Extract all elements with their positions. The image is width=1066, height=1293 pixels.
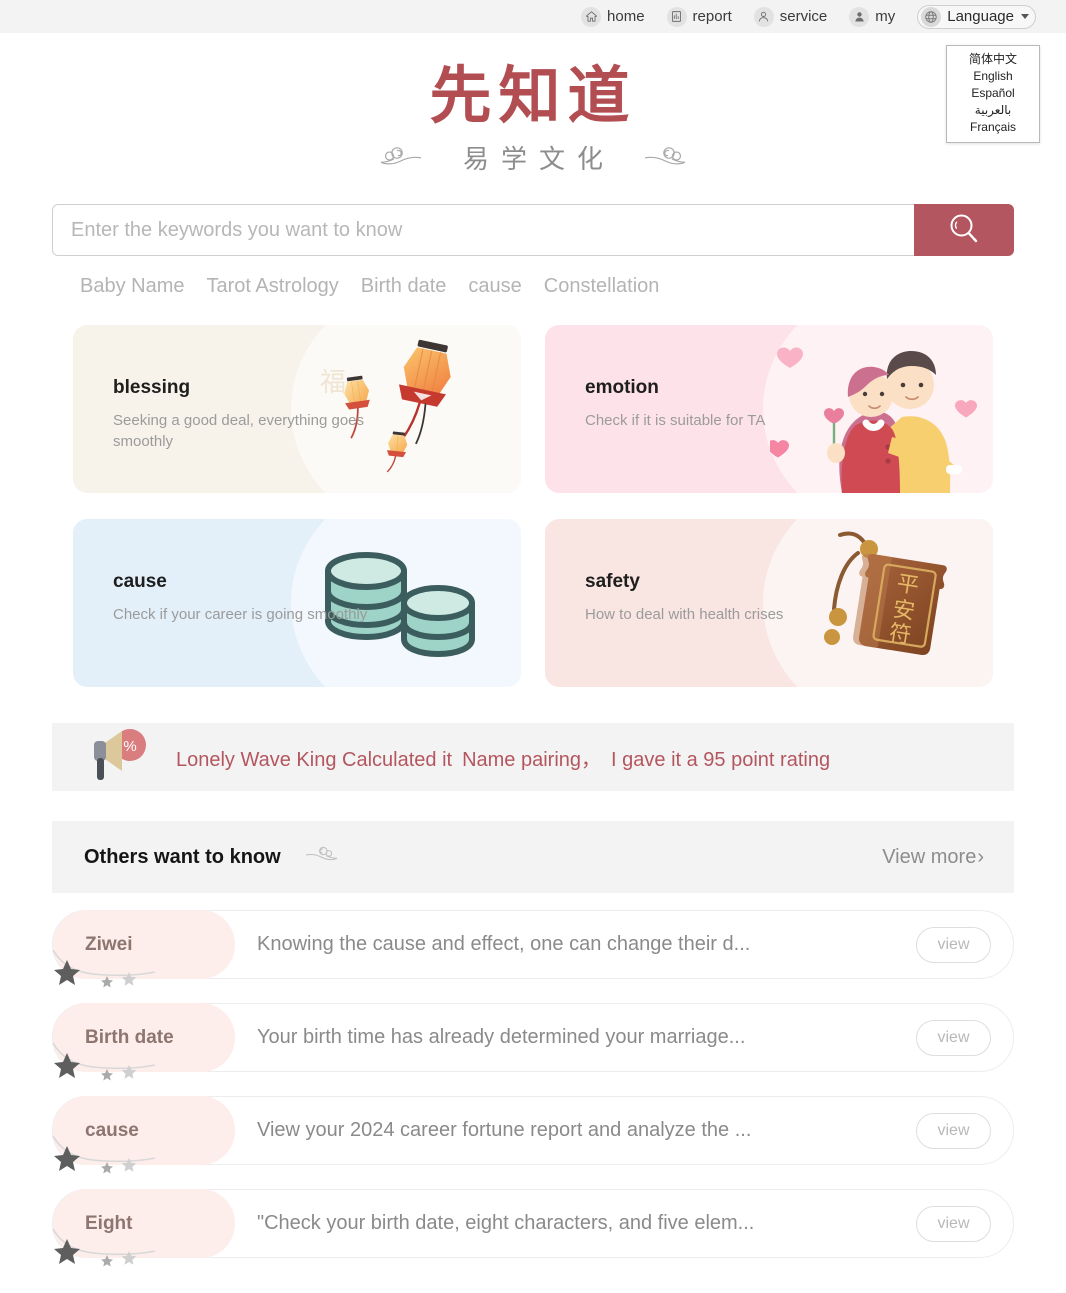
list-item[interactable]: Eight "Check your birth date, eight char… xyxy=(52,1189,1014,1267)
language-switcher[interactable]: Language 简体中文 English Español بالعربية F… xyxy=(917,4,1040,143)
nav-label-service: service xyxy=(779,8,828,25)
chevron-down-icon xyxy=(1021,14,1029,19)
nav-label-home: home xyxy=(607,8,645,25)
logo-subtitle: 易学文化 xyxy=(462,144,615,175)
coins-illustration xyxy=(298,519,513,687)
language-dropdown-menu[interactable]: 简体中文 English Español بالعربية Français xyxy=(946,44,1040,143)
view-more-link[interactable]: View more › xyxy=(882,846,984,869)
search-icon xyxy=(944,209,984,252)
couple-illustration xyxy=(770,325,985,493)
view-button[interactable]: view xyxy=(916,1019,991,1056)
language-label: Language xyxy=(947,8,1014,25)
search-input[interactable] xyxy=(52,204,914,256)
card-title-cause: cause xyxy=(113,571,167,592)
announcement-bar[interactable]: % Lonely Wave King Calculated it Name pai… xyxy=(52,723,1014,791)
view-button[interactable]: view xyxy=(916,1205,991,1242)
svg-text:安: 安 xyxy=(891,597,917,625)
language-option-en[interactable]: English xyxy=(947,68,1039,85)
nav-item-my[interactable]: my xyxy=(849,6,896,27)
list-item-tag: Ziwei xyxy=(53,910,235,979)
announcement-comma: ， xyxy=(581,748,602,771)
topic-list: Ziwei Knowing the cause and effect, one … xyxy=(52,910,1014,1267)
cloud-ornament-icon xyxy=(380,144,443,175)
search-tag-baby-name[interactable]: Baby Name xyxy=(80,275,185,298)
list-item-desc: Knowing the cause and effect, one can ch… xyxy=(257,933,751,955)
home-icon xyxy=(581,6,602,27)
cloud-ornament-icon xyxy=(291,844,341,871)
feature-card-safety[interactable]: 平 安 符 safety How to deal with health cri… xyxy=(545,519,993,687)
list-item-tag: Eight xyxy=(53,1189,235,1258)
list-item[interactable]: Birth date Your birth time has already d… xyxy=(52,1003,1014,1081)
language-option-zh[interactable]: 简体中文 xyxy=(947,51,1039,68)
user-icon xyxy=(849,6,870,27)
feature-card-blessing[interactable]: 福 blessing Seeking a good deal, everythi… xyxy=(73,325,521,493)
amulet-illustration: 平 安 符 xyxy=(770,519,985,687)
card-sheen xyxy=(291,325,521,493)
search-tag-cause[interactable]: cause xyxy=(468,275,521,298)
card-desc-blessing: Seeking a good deal, everything goes smo… xyxy=(113,412,365,450)
announcement-part-1: Lonely Wave King Calculated it xyxy=(176,748,453,771)
search-tag-list: Baby Name Tarot Astrology Birth date cau… xyxy=(52,275,1014,298)
list-item-desc: View your 2024 career fortune report and… xyxy=(257,1119,752,1141)
search-tag-tarot[interactable]: Tarot Astrology xyxy=(207,275,339,298)
nav-label-my: my xyxy=(875,8,896,25)
nav-item-home[interactable]: home xyxy=(581,6,645,27)
megaphone-percent-icon: % xyxy=(88,728,154,787)
svg-text:符: 符 xyxy=(887,621,913,649)
lantern-illustration: 福 xyxy=(298,325,513,493)
announcement-part-2: Name pairing xyxy=(462,748,582,771)
card-sheen xyxy=(291,519,521,687)
announcement-part-3: I gave it a 95 point rating xyxy=(611,748,831,771)
list-item-desc: "Check your birth date, eight characters… xyxy=(257,1212,755,1234)
search-bar xyxy=(52,204,1014,256)
service-icon xyxy=(753,6,774,27)
language-option-ar[interactable]: بالعربية xyxy=(947,102,1039,119)
search-button[interactable] xyxy=(914,204,1014,256)
chevron-right-icon: › xyxy=(977,845,984,868)
card-sheen xyxy=(763,325,993,493)
language-button[interactable]: Language xyxy=(917,4,1036,29)
nav-label-report: report xyxy=(692,8,732,25)
search-tag-constellation[interactable]: Constellation xyxy=(544,275,660,298)
list-item-tag: cause xyxy=(53,1096,235,1165)
others-want-to-know-header: Others want to know View more › xyxy=(52,821,1014,893)
feature-card-grid: 福 blessing Seeking a good deal, everythi… xyxy=(73,325,993,687)
card-title-blessing: blessing xyxy=(113,377,191,398)
language-option-fr[interactable]: Français xyxy=(947,119,1039,136)
feature-card-emotion[interactable]: emotion Check if it is suitable for TA xyxy=(545,325,993,493)
section-title: Others want to know xyxy=(84,845,281,868)
card-desc-emotion: Check if it is suitable for TA xyxy=(585,412,766,429)
site-logo: 先知道 易学文化 xyxy=(0,33,1066,175)
card-title-emotion: emotion xyxy=(585,377,659,398)
view-button[interactable]: view xyxy=(916,1112,991,1149)
search-tag-birth-date[interactable]: Birth date xyxy=(361,275,447,298)
feature-card-cause[interactable]: cause Check if your career is going smoo… xyxy=(73,519,521,687)
language-option-es[interactable]: Español xyxy=(947,85,1039,102)
top-navigation-bar: home report service my Language 简体中文 Eng… xyxy=(0,0,1066,143)
card-desc-cause: Check if your career is going smoothly xyxy=(113,606,368,623)
list-item[interactable]: Ziwei Knowing the cause and effect, one … xyxy=(52,910,1014,988)
logo-title: 先知道 xyxy=(429,59,637,132)
list-item-desc: Your birth time has already determined y… xyxy=(257,1026,746,1048)
globe-icon xyxy=(921,6,942,27)
nav-item-report[interactable]: report xyxy=(666,6,732,27)
svg-text:%: % xyxy=(123,738,136,755)
card-sheen xyxy=(763,519,993,687)
list-item[interactable]: cause View your 2024 career fortune repo… xyxy=(52,1096,1014,1174)
announcement-text: Lonely Wave King Calculated it Name pairi… xyxy=(176,743,830,772)
report-icon xyxy=(666,6,687,27)
card-desc-safety: How to deal with health crises xyxy=(585,606,784,623)
list-item-tag: Birth date xyxy=(53,1003,235,1072)
view-more-label: View more xyxy=(882,845,977,868)
view-button[interactable]: view xyxy=(916,926,991,963)
cloud-ornament-icon-right xyxy=(623,144,686,175)
nav-item-service[interactable]: service xyxy=(753,6,828,27)
card-title-safety: safety xyxy=(585,571,640,592)
